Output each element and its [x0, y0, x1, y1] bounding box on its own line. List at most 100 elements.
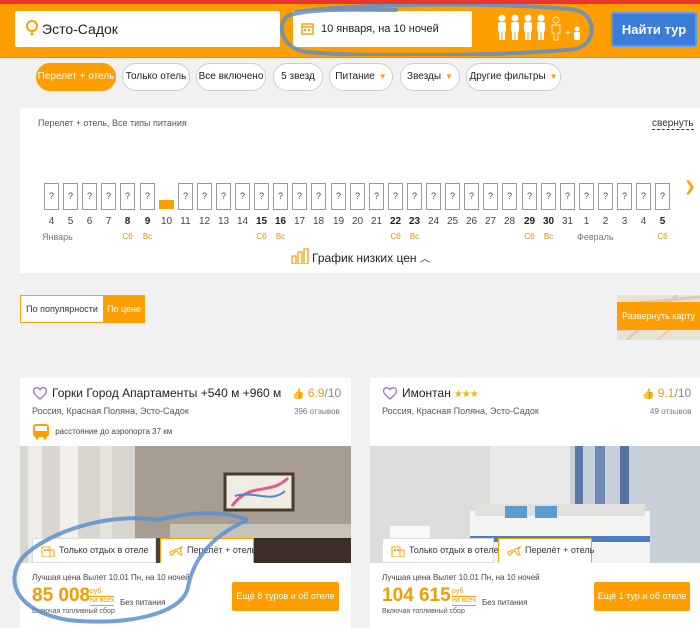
calendar-day-number[interactable]: 2 [596, 216, 615, 227]
calendar-day-number[interactable]: 18 [309, 216, 328, 227]
sort-price[interactable]: По цене [103, 296, 145, 322]
calendar-day-number[interactable]: 23 [405, 216, 424, 227]
calendar-day-price[interactable] [159, 200, 174, 209]
calendar-day-price[interactable]: ? [388, 183, 403, 210]
calendar-day-price[interactable]: ? [445, 183, 460, 210]
calendar-day-price[interactable]: ? [541, 183, 556, 210]
calendar-day-price[interactable]: ? [560, 183, 575, 210]
calendar-day-number[interactable]: 22 [386, 216, 405, 227]
calendar-day-price[interactable]: ? [235, 183, 250, 210]
best-price-label: Лучшая цена Вылет 10.01 Пн, на 10 ночей [32, 573, 190, 582]
destination-field[interactable]: Эсто-Садок [15, 11, 280, 47]
calendar-day-price[interactable]: ? [82, 183, 97, 210]
calendar-day-price[interactable]: ? [502, 183, 517, 210]
calendar-day-price[interactable]: ? [655, 183, 670, 210]
chevron-right-icon[interactable]: ❯ [684, 178, 696, 195]
tab-hotel-only[interactable]: Только отдых в отеле [32, 538, 156, 563]
collapse-link[interactable]: свернуть [652, 118, 694, 130]
calendar-day-price[interactable]: ? [598, 183, 613, 210]
calendar-day-price[interactable]: ? [254, 183, 269, 210]
calendar-day-number[interactable]: 6 [80, 216, 99, 227]
filter-other[interactable]: Другие фильтры ▼ [466, 63, 561, 91]
filter-flight-hotel[interactable]: Перелет + отель [36, 63, 116, 91]
calendar-day-number[interactable]: 17 [290, 216, 309, 227]
calendar-day-number[interactable]: 29 [520, 216, 539, 227]
calendar-day-price[interactable]: ? [311, 183, 326, 210]
calendar-day-number[interactable]: 4 [42, 216, 61, 227]
calendar-day-number[interactable]: 21 [367, 216, 386, 227]
calendar-day-price[interactable]: ? [273, 183, 288, 210]
calendar-day-number[interactable]: 5 [61, 216, 80, 227]
calendar-day-number[interactable]: 5 [653, 216, 672, 227]
favorite-heart-icon[interactable] [383, 387, 397, 400]
calendar-day-price[interactable]: ? [292, 183, 307, 210]
low-price-chart-toggle[interactable]: График низких цен ︿ [291, 248, 430, 266]
calendar-day-price[interactable]: ? [464, 183, 479, 210]
hotel-card[interactable]: Горки Город Апартаменты +540 м +960 м Ро… [20, 378, 351, 628]
calendar-day-number[interactable]: 28 [500, 216, 519, 227]
calendar-day-number[interactable]: 1 [577, 216, 596, 227]
calendar-day-price[interactable]: ? [407, 183, 422, 210]
more-tours-button[interactable]: Ещё 1 тур и об отеле [594, 582, 690, 611]
search-button[interactable]: Найти тур [611, 12, 697, 47]
calendar-day-number[interactable]: 24 [424, 216, 443, 227]
hotel-name[interactable]: Горки Город Апартаменты +540 м +960 м [52, 386, 281, 400]
calendar-day-number[interactable]: 16 [271, 216, 290, 227]
filter-stars[interactable]: Звезды ▼ [400, 63, 460, 91]
dates-field[interactable]: 10 января, на 10 ночей [293, 11, 472, 47]
filter-meals[interactable]: Питание ▼ [329, 63, 393, 91]
calendar-day-number[interactable]: 20 [348, 216, 367, 227]
filter-all-inclusive[interactable]: Все включено [196, 63, 266, 91]
tab-flight-hotel[interactable]: Перелёт + отель [498, 538, 594, 563]
calendar-day-price[interactable]: ? [483, 183, 498, 210]
calendar-day-price[interactable]: ? [44, 183, 59, 210]
calendar-day-number[interactable]: 13 [214, 216, 233, 227]
tourists-selector[interactable]: + [493, 12, 588, 44]
map-preview[interactable]: Развернуть карту [617, 295, 700, 340]
calendar-day-number[interactable]: 26 [462, 216, 481, 227]
calendar-day-price[interactable]: ? [617, 183, 632, 210]
calendar-day-price[interactable]: ? [579, 183, 594, 210]
calendar-day-number[interactable]: 11 [176, 216, 195, 227]
calendar-day-number[interactable]: 10 [157, 216, 176, 227]
calendar-day-number[interactable]: 12 [195, 216, 214, 227]
calendar-weekday: Вс [275, 232, 286, 241]
calendar-day-price[interactable]: ? [350, 183, 365, 210]
calendar-day-number[interactable]: 14 [233, 216, 252, 227]
tab-hotel-only[interactable]: Только отдых в отеле [382, 538, 499, 563]
review-count[interactable]: 49 отзывов [650, 407, 691, 416]
tab-flight-hotel[interactable]: Перелёт + отель [160, 538, 256, 563]
calendar-day-price[interactable]: ? [522, 183, 537, 210]
calendar-day-price[interactable]: ? [101, 183, 116, 210]
calendar-day-price[interactable]: ? [63, 183, 78, 210]
review-count[interactable]: 396 отзывов [294, 407, 340, 416]
sort-popularity[interactable]: По популярности [21, 296, 103, 322]
favorite-heart-icon[interactable] [33, 387, 47, 400]
calendar-day-price[interactable]: ? [369, 183, 384, 210]
calendar-day-number[interactable]: 7 [99, 216, 118, 227]
calendar-day-number[interactable]: 9 [138, 216, 157, 227]
more-tours-button[interactable]: Ещё 8 туров и об отеле [232, 582, 339, 611]
calendar-day-number[interactable]: 8 [118, 216, 137, 227]
calendar-day-price[interactable]: ? [197, 183, 212, 210]
calendar-day-number[interactable]: 3 [615, 216, 634, 227]
calendar-day-number[interactable]: 15 [252, 216, 271, 227]
expand-map-button[interactable]: Развернуть карту [617, 302, 700, 330]
calendar-day-price[interactable]: ? [331, 183, 346, 210]
calendar-day-number[interactable]: 27 [481, 216, 500, 227]
calendar-day-price[interactable]: ? [120, 183, 135, 210]
calendar-day-price[interactable]: ? [636, 183, 651, 210]
hotel-card[interactable]: Имонтан ★★★ Россия, Красная Поляна, Эсто-… [370, 378, 700, 628]
calendar-day-number[interactable]: 31 [558, 216, 577, 227]
calendar-day-number[interactable]: 19 [329, 216, 348, 227]
calendar-day-price[interactable]: ? [216, 183, 231, 210]
calendar-day-number[interactable]: 4 [634, 216, 653, 227]
calendar-day-price[interactable]: ? [140, 183, 155, 210]
calendar-day-number[interactable]: 25 [443, 216, 462, 227]
hotel-name[interactable]: Имонтан [402, 386, 451, 400]
filter-hotel-only[interactable]: Только отель [122, 63, 190, 91]
filter-5-stars[interactable]: 5 звезд [273, 63, 323, 91]
calendar-day-price[interactable]: ? [426, 183, 441, 210]
calendar-day-price[interactable]: ? [178, 183, 193, 210]
calendar-day-number[interactable]: 30 [539, 216, 558, 227]
